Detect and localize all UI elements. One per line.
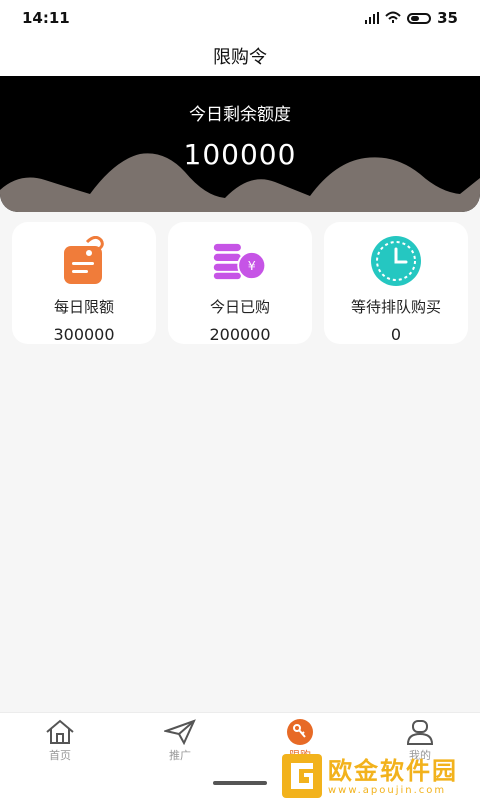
status-bar: 14:11 35	[0, 0, 480, 36]
remaining-quota-banner: 今日剩余额度 100000	[0, 76, 480, 212]
user-icon	[406, 720, 434, 745]
coins-icon: ¥	[212, 234, 268, 288]
tab-home-label: 首页	[49, 749, 71, 762]
watermark-logo-icon	[282, 754, 322, 798]
wifi-icon	[385, 9, 401, 27]
purchased-today-label: 今日已购	[209, 298, 270, 316]
daily-limit-value: 300000	[53, 325, 115, 344]
battery-icon	[407, 12, 432, 24]
status-icons: 35	[365, 9, 458, 27]
signal-icon	[365, 12, 380, 24]
stats-cards: 每日限额 300000 ¥ 今日已购 200000 等待排队购买 0	[12, 222, 468, 344]
price-tag-icon	[56, 234, 112, 288]
remaining-quota-label: 今日剩余额度	[189, 105, 291, 125]
clock-icon	[368, 234, 424, 288]
watermark: 欧金软件园 www.apoujin.com	[282, 752, 480, 800]
tab-home[interactable]: 首页	[20, 719, 100, 763]
title-bar: 限购令	[0, 36, 480, 76]
page-title: 限购令	[213, 47, 267, 68]
purchased-today-value: 200000	[209, 325, 271, 344]
status-time: 14:11	[22, 9, 70, 27]
queue-waiting-value: 0	[390, 325, 402, 344]
tab-promote-label: 推广	[169, 749, 191, 762]
key-icon	[287, 719, 313, 745]
daily-limit-label: 每日限额	[53, 298, 114, 316]
remaining-quota-value: 100000	[183, 138, 297, 171]
purchased-today-card: ¥ 今日已购 200000	[168, 222, 312, 344]
battery-level: 35	[437, 9, 458, 27]
home-indicator[interactable]	[213, 781, 267, 785]
tab-promote[interactable]: 推广	[140, 719, 220, 763]
paper-plane-icon	[164, 719, 196, 745]
svg-text:¥: ¥	[248, 258, 256, 273]
home-icon	[46, 719, 74, 744]
watermark-url: www.apoujin.com	[328, 784, 447, 796]
daily-limit-card: 每日限额 300000	[12, 222, 156, 344]
queue-waiting-card: 等待排队购买 0	[324, 222, 468, 344]
queue-waiting-label: 等待排队购买	[350, 298, 441, 316]
watermark-text: 欧金软件园	[328, 756, 458, 785]
